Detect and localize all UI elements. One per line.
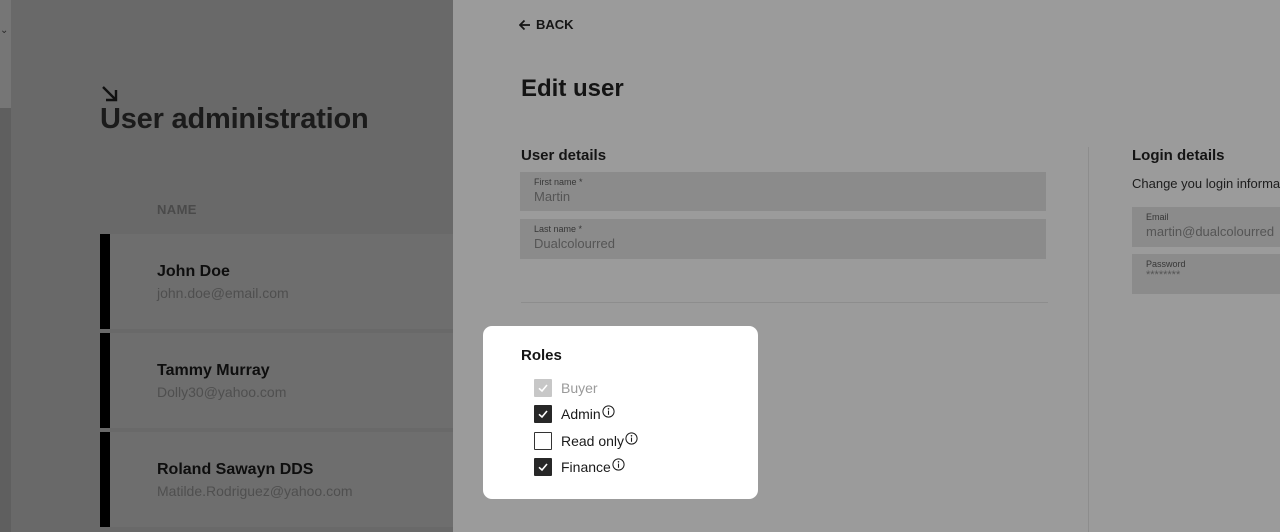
role-buyer: Buyer bbox=[534, 378, 598, 398]
info-icon[interactable] bbox=[612, 457, 625, 471]
section-divider bbox=[521, 302, 1048, 303]
roles-title: Roles bbox=[521, 347, 562, 364]
back-button[interactable]: BACK bbox=[519, 17, 574, 32]
first-name-label: First name * bbox=[534, 177, 583, 187]
info-icon[interactable] bbox=[625, 431, 638, 445]
read-only-label: Read only bbox=[561, 433, 625, 449]
password-value: ******** bbox=[1146, 269, 1181, 281]
role-read-only[interactable]: Read only bbox=[534, 431, 638, 451]
user-name: John Doe bbox=[157, 263, 230, 280]
info-icon[interactable] bbox=[602, 404, 615, 418]
password-label: Password bbox=[1146, 259, 1186, 269]
column-header-name[interactable]: NAME bbox=[157, 202, 197, 217]
row-indicator bbox=[100, 432, 110, 527]
row-indicator bbox=[100, 333, 110, 428]
first-name-field[interactable]: First name * Martin bbox=[520, 172, 1046, 211]
finance-label: Finance bbox=[561, 459, 611, 475]
role-finance[interactable]: Finance bbox=[534, 457, 625, 477]
role-admin[interactable]: Admin bbox=[534, 404, 615, 424]
roles-card: Roles Buyer Admin Read only Finance bbox=[483, 326, 758, 499]
buyer-label: Buyer bbox=[561, 380, 598, 396]
panel-title: Edit user bbox=[521, 75, 624, 102]
user-details-title: User details bbox=[521, 147, 607, 164]
email-field[interactable]: Email martin@dualcolourred bbox=[1132, 207, 1280, 247]
email-value: martin@dualcolourred bbox=[1146, 224, 1275, 239]
finance-checkbox[interactable] bbox=[534, 458, 552, 476]
user-row[interactable]: Roland Sawayn DDS Matilde.Rodriguez@yaho… bbox=[100, 432, 453, 527]
last-name-label: Last name * bbox=[534, 224, 583, 234]
admin-label: Admin bbox=[561, 406, 601, 422]
check-icon bbox=[538, 384, 548, 393]
check-icon bbox=[538, 410, 548, 419]
user-name: Roland Sawayn DDS bbox=[157, 461, 314, 478]
user-row[interactable]: Tammy Murray Dolly30@yahoo.com bbox=[100, 333, 453, 428]
email-label: Email bbox=[1146, 212, 1169, 222]
login-details-title: Login details bbox=[1132, 147, 1225, 164]
password-field[interactable]: Password ******** bbox=[1132, 254, 1280, 294]
last-name-value: Dualcolourred bbox=[534, 236, 615, 251]
arrow-left-icon bbox=[519, 19, 530, 30]
chevron-down-icon[interactable]: ⌄ bbox=[0, 26, 8, 36]
buyer-checkbox bbox=[534, 379, 552, 397]
side-strip-top bbox=[0, 0, 11, 108]
page-title: User administration bbox=[100, 103, 369, 135]
check-icon bbox=[538, 463, 548, 472]
user-row[interactable]: John Doe john.doe@email.com bbox=[100, 234, 453, 329]
first-name-value: Martin bbox=[534, 189, 571, 204]
user-email: Matilde.Rodriguez@yahoo.com bbox=[157, 483, 353, 499]
back-label: BACK bbox=[536, 17, 574, 32]
user-email: Dolly30@yahoo.com bbox=[157, 384, 287, 400]
user-email: john.doe@email.com bbox=[157, 285, 289, 301]
arrow-down-right-icon bbox=[102, 86, 118, 102]
admin-checkbox[interactable] bbox=[534, 405, 552, 423]
column-divider bbox=[1088, 147, 1089, 532]
row-indicator bbox=[100, 234, 110, 329]
user-administration-page: ⌄ User administration NAME John Doe john… bbox=[0, 0, 453, 532]
read-only-checkbox[interactable] bbox=[534, 432, 552, 450]
login-details-subtitle: Change you login informa bbox=[1132, 176, 1280, 191]
user-name: Tammy Murray bbox=[157, 362, 270, 379]
last-name-field[interactable]: Last name * Dualcolourred bbox=[520, 219, 1046, 259]
